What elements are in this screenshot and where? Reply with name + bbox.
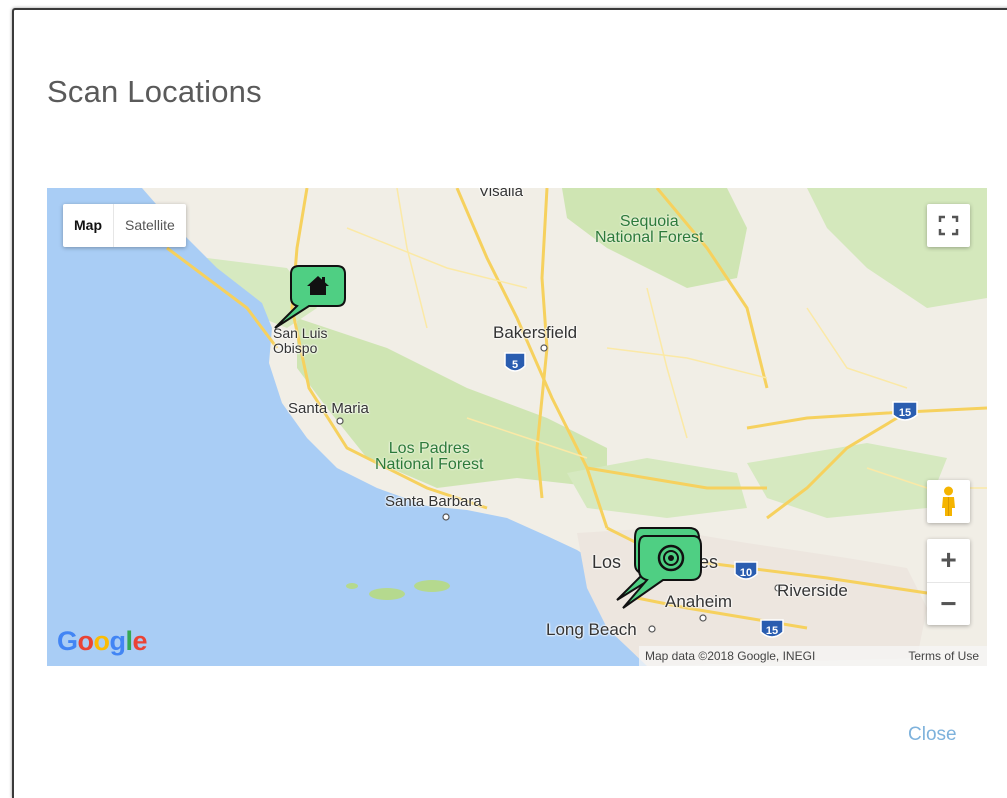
svg-text:10: 10: [740, 567, 752, 579]
interstate-10-shield: 10: [734, 561, 758, 580]
label-santa-barbara: Santa Barbara: [385, 493, 482, 510]
logo-letter-e: e: [132, 626, 148, 656]
map-type-satellite-button[interactable]: Satellite: [113, 204, 186, 247]
map-data-attribution[interactable]: Map data ©2018 Google, INEGI: [639, 646, 815, 666]
label-long-beach: Long Beach: [546, 620, 637, 639]
logo-letter-l: l: [125, 626, 134, 656]
svg-text:5: 5: [512, 359, 518, 371]
svg-text:15: 15: [899, 407, 911, 419]
logo-letter-o1: o: [77, 626, 95, 656]
fullscreen-button[interactable]: [927, 204, 970, 247]
interstate-5-shield: 5: [504, 352, 526, 372]
zoom-in-button[interactable]: +: [927, 539, 970, 582]
interstate-15b-shield: 15: [760, 619, 784, 638]
google-logo[interactable]: Google: [57, 626, 148, 657]
label-los-padres-line1: Los Padres: [388, 440, 470, 457]
scan-location-marker[interactable]: [607, 524, 707, 610]
label-los-padres-line2: National Forest: [375, 456, 484, 473]
label-santa-maria: Santa Maria: [288, 400, 369, 417]
map-type-map-button[interactable]: Map: [63, 204, 113, 247]
street-view-pegman-button[interactable]: [927, 480, 970, 523]
label-sequoia-line2: National Forest: [595, 229, 704, 246]
map[interactable]: 5 15 10 15 Visalia Sequoia National Fore…: [47, 188, 987, 666]
label-san-luis-line2: Obispo: [273, 339, 318, 356]
zoom-control: + −: [927, 539, 970, 625]
terms-of-use-link[interactable]: Terms of Use: [908, 646, 987, 666]
home-location-marker[interactable]: [269, 264, 349, 330]
label-sequoia-line1: Sequoia: [619, 213, 679, 230]
island-3: [346, 583, 358, 589]
label-riverside: Riverside: [777, 581, 848, 600]
close-button[interactable]: Close: [908, 724, 957, 746]
label-sequoia: Sequoia National Forest: [595, 214, 704, 246]
island-2: [414, 580, 450, 592]
dialog-title: Scan Locations: [47, 74, 262, 109]
map-type-control: Map Satellite: [63, 204, 186, 247]
label-san-luis-obispo: San Luis Obispo: [273, 326, 327, 355]
island-1: [369, 588, 405, 600]
logo-letter-o2: o: [93, 626, 111, 656]
pegman-icon: [942, 486, 955, 516]
label-bakersfield: Bakersfield: [493, 323, 578, 342]
label-visalia: Visalia: [479, 188, 523, 200]
logo-letter-g2: g: [109, 626, 127, 656]
map-attribution-bar: Map data ©2018 Google, INEGI Terms of Us…: [639, 646, 987, 666]
svg-text:15: 15: [766, 625, 778, 637]
label-los-padres: Los Padres National Forest: [375, 441, 484, 473]
fullscreen-icon: [938, 215, 959, 236]
zoom-out-button[interactable]: −: [927, 582, 970, 626]
interstate-15-shield: 15: [892, 401, 918, 421]
logo-letter-g1: G: [57, 626, 78, 656]
